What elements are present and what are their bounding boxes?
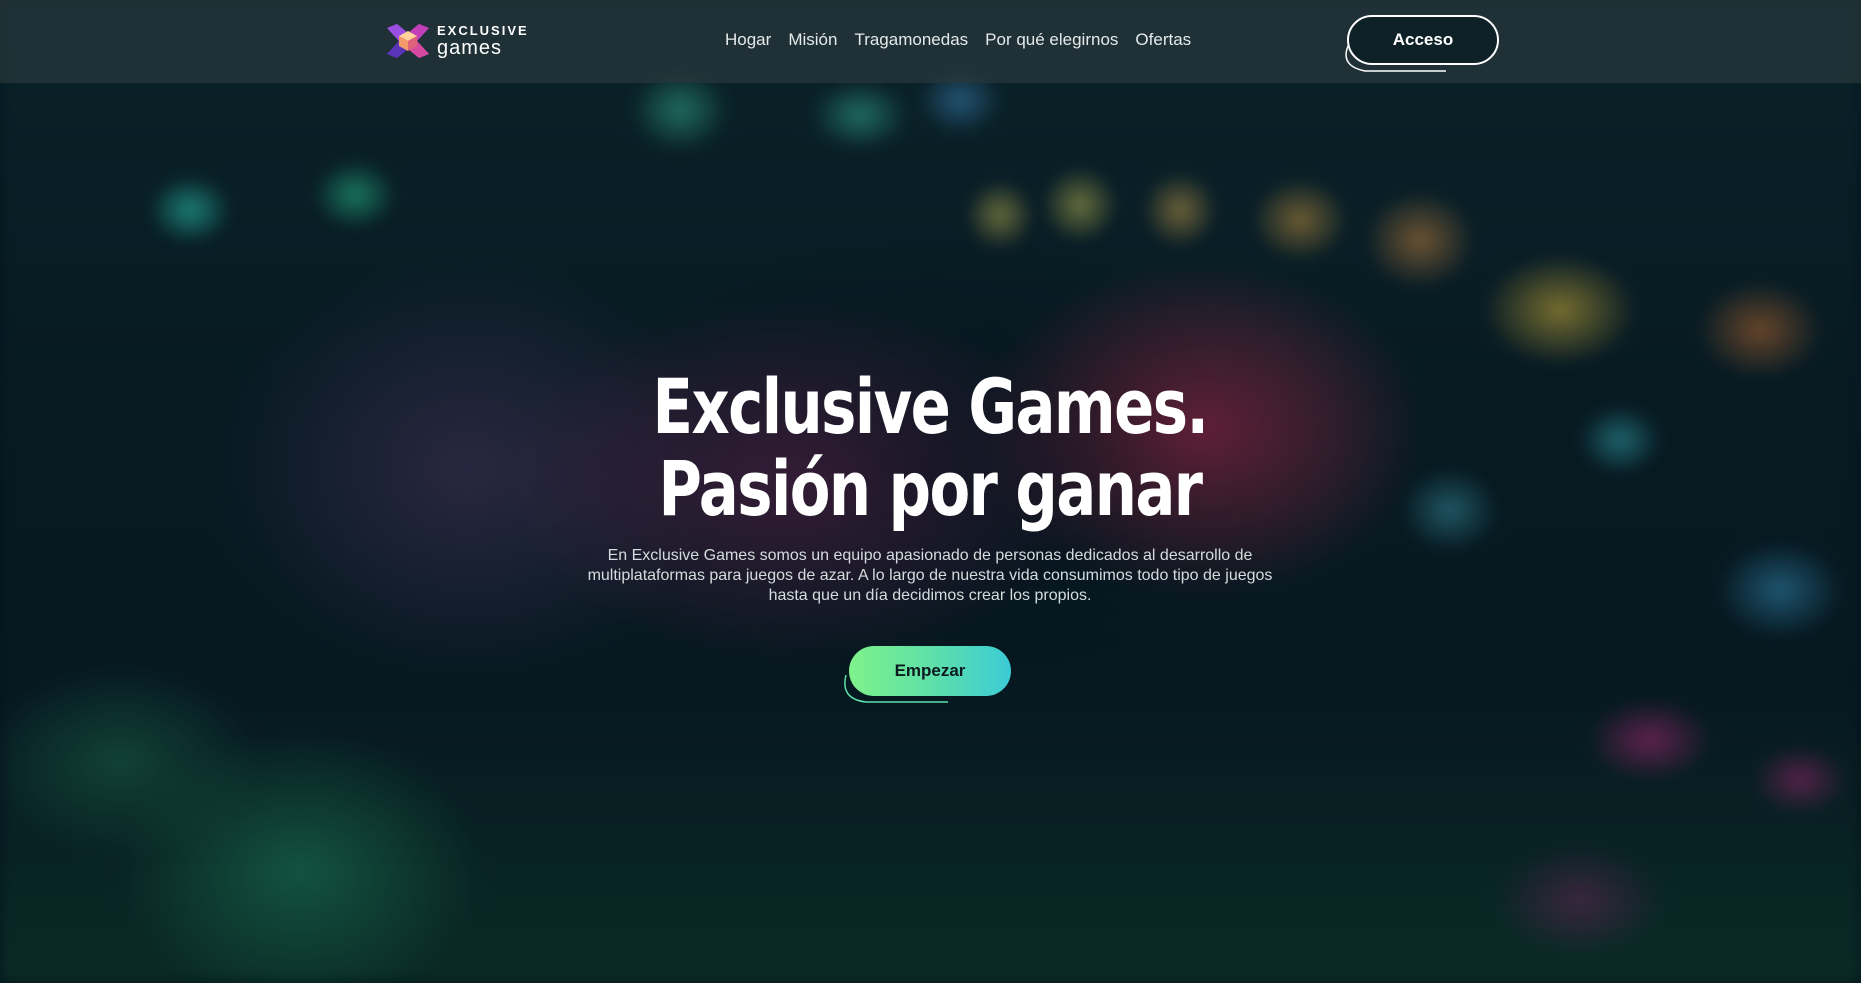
cube-logo-icon — [387, 24, 429, 58]
hero-title-line1: Exclusive Games. — [652, 362, 1210, 451]
site-header: EXCLUSIVE games Hogar Misión Tragamoneda… — [0, 0, 1861, 83]
brand-logo[interactable]: EXCLUSIVE games — [387, 24, 547, 58]
hero-title-line2: Pasión por ganar — [658, 444, 1204, 533]
main-nav: Hogar Misión Tragamonedas Por qué elegir… — [725, 30, 1191, 50]
nav-item-ofertas[interactable]: Ofertas — [1135, 30, 1191, 50]
nav-item-por-que-elegirnos[interactable]: Por qué elegirnos — [985, 30, 1118, 50]
nav-item-hogar[interactable]: Hogar — [725, 30, 771, 50]
brand-wordmark: EXCLUSIVE games — [437, 24, 529, 58]
hero-title: Exclusive Games. Pasión por ganar — [618, 366, 1242, 530]
landing-page: EXCLUSIVE games Hogar Misión Tragamoneda… — [0, 0, 1861, 983]
brand-line2: games — [437, 37, 503, 59]
start-button[interactable]: Empezar — [849, 646, 1011, 696]
nav-item-tragamonedas[interactable]: Tragamonedas — [854, 30, 968, 50]
login-button-group: Acceso — [1340, 14, 1502, 76]
login-button[interactable]: Acceso — [1347, 15, 1499, 65]
hero-description: En Exclusive Games somos un equipo apasi… — [587, 547, 1273, 604]
nav-item-mision[interactable]: Misión — [788, 30, 837, 50]
start-button-group: Empezar — [840, 645, 1015, 705]
brand-line1: EXCLUSIVE — [437, 23, 529, 38]
